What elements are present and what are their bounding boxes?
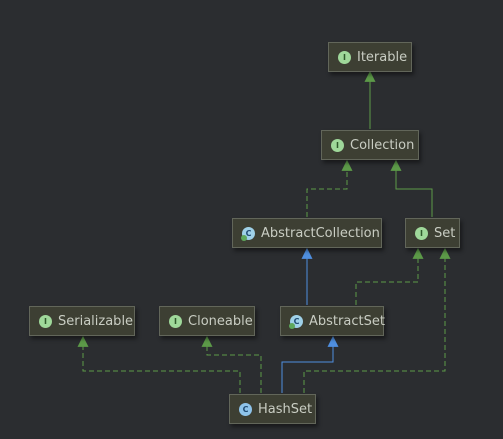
interface-icon: I [415,226,428,240]
abstract-class-icon: C [241,226,255,241]
edge-hashset-to-cloneable [201,335,262,393]
node-cloneable[interactable]: I Cloneable [159,306,255,336]
abstract-class-icon: C [289,314,303,329]
node-label: Set [434,225,456,241]
node-iterable[interactable]: I Iterable [328,42,412,72]
node-label: Collection [350,137,415,153]
class-icon: C [239,402,252,416]
node-label: HashSet [258,401,313,417]
edge-hashset-to-serializable [77,335,241,393]
interface-icon: I [39,314,52,328]
edge-abstractset-to-set [355,247,424,305]
node-collection[interactable]: I Collection [321,130,419,160]
node-label: Cloneable [188,313,253,329]
node-label: Iterable [357,49,408,65]
node-abstractset[interactable]: C AbstractSet [280,306,385,336]
node-label: AbstractSet [309,313,385,329]
interface-icon: I [331,138,344,152]
edge-abstractcollection-to-collection [306,159,353,217]
node-set[interactable]: I Set [405,218,460,248]
edge-set-to-collection [390,159,433,217]
node-serializable[interactable]: I Serializable [29,306,135,336]
interface-icon: I [338,50,351,64]
node-abstractcollection[interactable]: C AbstractCollection [232,218,382,248]
node-label: AbstractCollection [261,225,380,241]
node-label: Serializable [58,313,134,329]
interface-icon: I [169,314,182,328]
edge-hashset-to-abstractset [281,335,339,393]
node-hashset[interactable]: C HashSet [229,394,316,424]
